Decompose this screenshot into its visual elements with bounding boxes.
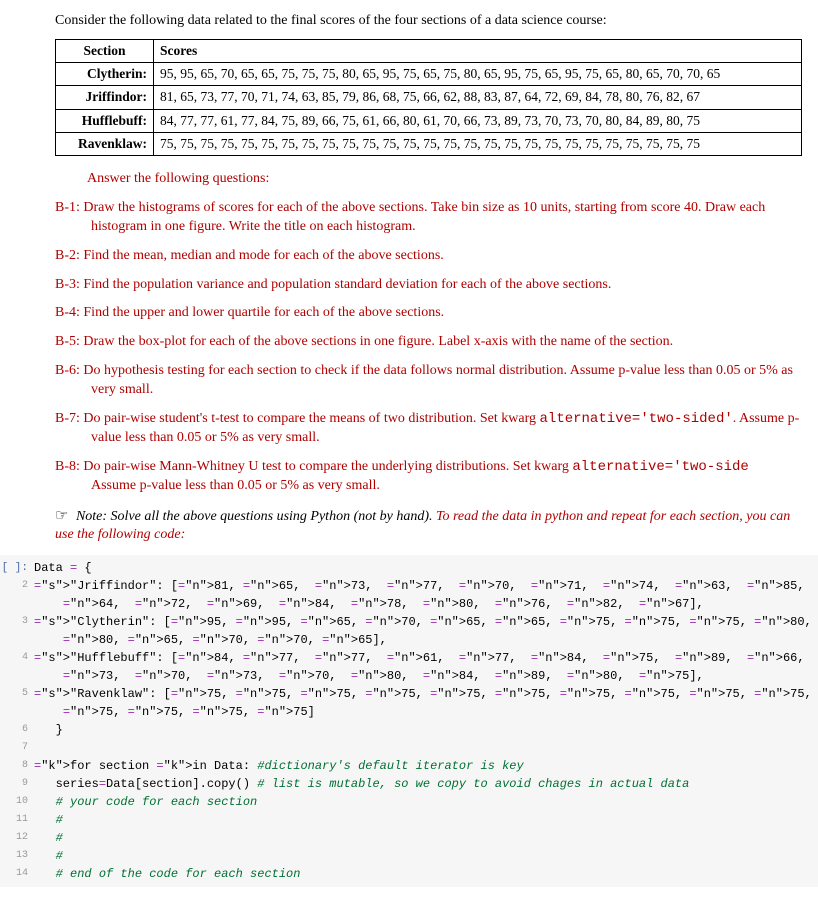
code-line: 6 } [0,721,818,739]
code-gutter: 4 [0,649,34,667]
code-line: 3="s">"Clytherin": [="n">95, ="n">95, ="… [0,613,818,631]
section-name: Hufflebuff: [56,109,154,132]
table-header-scores: Scores [154,39,802,62]
code-text: Data = { [34,559,92,577]
code-line: 8="k">for section ="k">in Data: #diction… [0,757,818,775]
code-line: 5="s">"Ravenklaw": [="n">75, ="n">75, ="… [0,685,818,703]
code-line: 13 # [0,847,818,865]
code-line: ="n">80, ="n">65, ="n">70, ="n">70, ="n"… [0,631,818,649]
code-line: 4="s">"Hufflebuff": [="n">84, ="n">77, =… [0,649,818,667]
table-row: Jriffindor: 81, 65, 73, 77, 70, 71, 74, … [56,86,802,109]
pointing-hand-icon: ☞ [55,508,68,524]
table-row: Hufflebuff: 84, 77, 77, 61, 77, 84, 75, … [56,109,802,132]
question-b3: B-3: Find the population variance and po… [55,276,802,295]
question-b8-code: alternative='two-side [572,459,748,475]
code-text: # [34,847,63,865]
code-gutter: 5 [0,685,34,703]
code-gutter: 6 [0,721,34,739]
table-header-section: Section [56,39,154,62]
question-b7-code: alternative='two-sided' [540,411,733,427]
section-scores: 95, 95, 65, 70, 65, 65, 75, 75, 75, 80, … [154,63,802,86]
code-text: # your code for each section [34,793,257,811]
question-b5: B-5: Draw the box-plot for each of the a… [55,333,802,352]
code-text: ="k">for section ="k">in Data: #dictiona… [34,757,524,775]
code-text: series=Data[section].copy() # list is mu… [34,775,689,793]
code-gutter: 8 [0,757,34,775]
code-text: ="s">"Clytherin": [="n">95, ="n">95, ="n… [34,613,818,631]
code-gutter: 13 [0,847,34,865]
code-line: [ ]:Data = { [0,559,818,577]
question-b4: B-4: Find the upper and lower quartile f… [55,304,802,323]
code-gutter: 11 [0,811,34,829]
code-line: 10 # your code for each section [0,793,818,811]
code-line: 2="s">"Jriffindor": [="n">81, ="n">65, =… [0,577,818,595]
code-gutter: 3 [0,613,34,631]
code-gutter: 14 [0,865,34,883]
section-name: Ravenklaw: [56,132,154,155]
section-scores: 84, 77, 77, 61, 77, 84, 75, 89, 66, 75, … [154,109,802,132]
question-b8-tail: Assume p-value less than 0.05 or 5% as v… [91,478,380,493]
code-cell[interactable]: [ ]:Data = {2="s">"Jriffindor": [="n">81… [0,555,818,887]
note-block: ☞ Note: Solve all the above questions us… [55,506,802,546]
scores-table: Section Scores Clytherin: 95, 95, 65, 70… [55,39,802,156]
question-b7: B-7: Do pair-wise student's t-test to co… [55,410,802,448]
code-line: ="n">75, ="n">75, ="n">75, ="n">75] [0,703,818,721]
question-b7-text: B-7: Do pair-wise student's t-test to co… [55,411,540,426]
code-text: ="n">75, ="n">75, ="n">75, ="n">75] [34,703,315,721]
question-b6: B-6: Do hypothesis testing for each sect… [55,362,802,400]
question-b1: B-1: Draw the histograms of scores for e… [55,199,802,237]
code-text: # [34,811,63,829]
section-name: Clytherin: [56,63,154,86]
code-line: 11 # [0,811,818,829]
question-b8-text: B-8: Do pair-wise Mann-Whitney U test to… [55,459,572,474]
code-gutter: 9 [0,775,34,793]
code-text: } [34,721,63,739]
code-text: ="n">64, ="n">72, ="n">69, ="n">84, ="n"… [34,595,704,613]
section-scores: 75, 75, 75, 75, 75, 75, 75, 75, 75, 75, … [154,132,802,155]
code-gutter: 10 [0,793,34,811]
code-gutter: 12 [0,829,34,847]
code-text: ="n">73, ="n">70, ="n">73, ="n">70, ="n"… [34,667,704,685]
answer-heading: Answer the following questions: [87,170,802,189]
question-b8: B-8: Do pair-wise Mann-Whitney U test to… [55,458,802,496]
code-line: ="n">73, ="n">70, ="n">73, ="n">70, ="n"… [0,667,818,685]
code-prompt: [ ]: [0,559,34,577]
code-line: 14 # end of the code for each section [0,865,818,883]
code-gutter: 2 [0,577,34,595]
code-text: ="s">"Hufflebuff": [="n">84, ="n">77, ="… [34,649,818,667]
code-text: # [34,829,63,847]
table-row: Clytherin: 95, 95, 65, 70, 65, 65, 75, 7… [56,63,802,86]
code-line: ="n">64, ="n">72, ="n">69, ="n">84, ="n"… [0,595,818,613]
code-line: 7 [0,739,818,757]
code-text: # end of the code for each section [34,865,300,883]
section-scores: 81, 65, 73, 77, 70, 71, 74, 63, 85, 79, … [154,86,802,109]
section-name: Jriffindor: [56,86,154,109]
code-line: 9 series=Data[section].copy() # list is … [0,775,818,793]
code-gutter: 7 [0,739,34,757]
code-text: ="n">80, ="n">65, ="n">70, ="n">70, ="n"… [34,631,387,649]
code-line: 12 # [0,829,818,847]
note-part1: Note: Solve all the above questions usin… [76,509,433,524]
code-text: ="s">"Ravenklaw": [="n">75, ="n">75, ="n… [34,685,818,703]
table-row: Ravenklaw: 75, 75, 75, 75, 75, 75, 75, 7… [56,132,802,155]
question-b2: B-2: Find the mean, median and mode for … [55,247,802,266]
code-text: ="s">"Jriffindor": [="n">81, ="n">65, ="… [34,577,818,595]
intro-text: Consider the following data related to t… [55,12,802,31]
